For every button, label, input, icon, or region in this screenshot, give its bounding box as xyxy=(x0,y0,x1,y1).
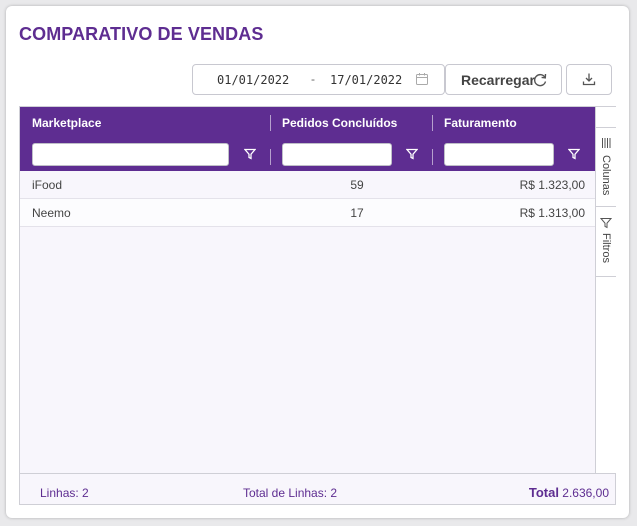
total-value: 2.636,00 xyxy=(562,486,609,500)
column-divider xyxy=(432,149,433,165)
grid-header: Marketplace Pedidos Concluídos Faturamen… xyxy=(20,107,595,171)
date-range-picker[interactable]: 01/01/2022 - 17/01/2022 xyxy=(192,64,445,95)
download-icon xyxy=(582,73,596,86)
cell-marketplace: iFood xyxy=(32,178,63,192)
total-label: Total xyxy=(528,485,559,500)
start-date[interactable]: 01/01/2022 xyxy=(217,73,289,87)
cell-marketplace: Neemo xyxy=(32,206,71,220)
table-row[interactable]: iFood 59 R$ 1.323,00 xyxy=(20,171,595,199)
faturamento-filter-input[interactable] xyxy=(444,143,554,166)
data-grid: Marketplace Pedidos Concluídos Faturamen… xyxy=(19,106,616,505)
table-row[interactable]: Neemo 17 R$ 1.313,00 xyxy=(20,199,595,227)
refresh-icon xyxy=(534,73,547,87)
filter-icon[interactable] xyxy=(406,148,418,160)
filter-icon xyxy=(600,218,612,229)
column-header-marketplace[interactable]: Marketplace xyxy=(32,116,101,130)
filter-icon[interactable] xyxy=(244,148,256,160)
column-divider[interactable] xyxy=(432,115,433,131)
rows-count: Linhas: 2 xyxy=(40,486,89,500)
column-header-faturamento[interactable]: Faturamento xyxy=(444,116,517,130)
marketplace-filter-input[interactable] xyxy=(32,143,229,166)
date-separator: - xyxy=(311,72,315,86)
column-divider xyxy=(270,149,271,165)
columns-tool-tab[interactable]: Colunas xyxy=(596,127,616,207)
grand-total: Total 2.636,00 xyxy=(529,485,609,500)
sales-comparison-card: COMPARATIVO DE VENDAS 01/01/2022 - 17/01… xyxy=(6,6,629,518)
cell-pedidos: 59 xyxy=(350,178,364,192)
reload-button-label: Recarregar xyxy=(461,72,535,88)
grid-footer: Linhas: 2 Total de Linhas: 2 Total 2.636… xyxy=(20,473,615,504)
download-button[interactable] xyxy=(566,64,612,95)
column-header-pedidos[interactable]: Pedidos Concluídos xyxy=(282,116,397,130)
total-rows-count: Total de Linhas: 2 xyxy=(243,486,338,500)
column-divider[interactable] xyxy=(270,115,271,131)
reload-button[interactable]: Recarregar xyxy=(445,64,562,95)
pedidos-filter-input[interactable] xyxy=(282,143,392,166)
filters-tool-tab[interactable]: Filtros xyxy=(596,207,616,277)
page-title: COMPARATIVO DE VENDAS xyxy=(19,24,264,44)
grid-side-panel: Colunas Filtros xyxy=(595,107,616,473)
columns-icon xyxy=(602,138,611,148)
end-date[interactable]: 17/01/2022 xyxy=(330,73,402,87)
filter-icon[interactable] xyxy=(568,148,580,160)
cell-pedidos: 17 xyxy=(350,206,364,220)
columns-tab-label: Colunas xyxy=(600,155,612,196)
cell-faturamento: R$ 1.323,00 xyxy=(519,178,585,192)
calendar-icon[interactable] xyxy=(415,72,429,86)
cell-faturamento: R$ 1.313,00 xyxy=(519,206,585,220)
filters-tab-label: Filtros xyxy=(600,233,612,263)
